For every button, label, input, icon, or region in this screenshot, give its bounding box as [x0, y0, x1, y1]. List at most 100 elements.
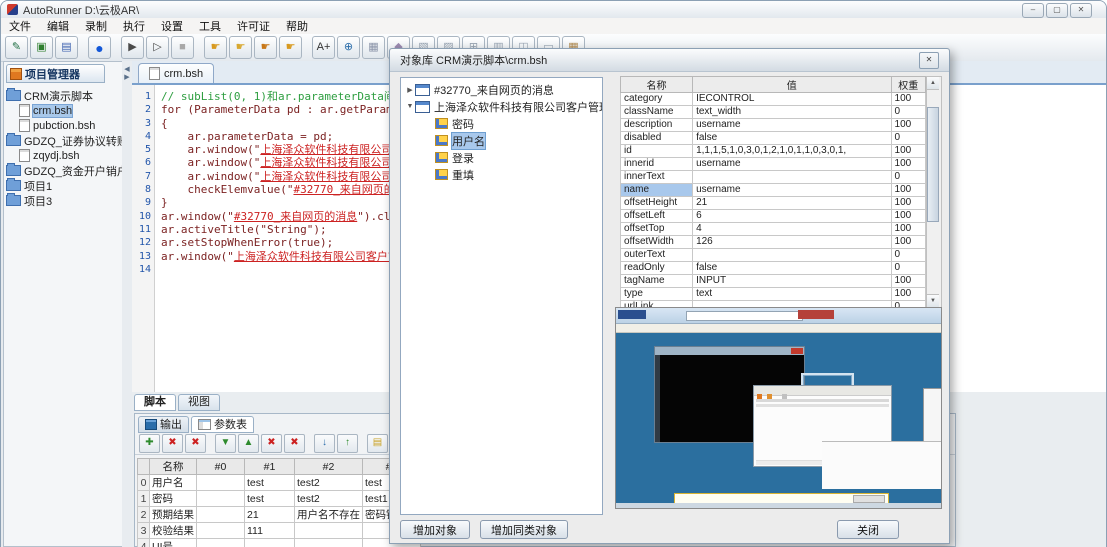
sort-descending-button[interactable]: ↑ [337, 434, 358, 453]
tab-output[interactable]: 输出 [138, 416, 189, 433]
close-button[interactable]: ✕ [1070, 3, 1092, 18]
scroll-up-icon[interactable]: ▲ [927, 77, 939, 90]
object-tree-item[interactable]: 密码 [401, 115, 602, 132]
property-weight-cell[interactable]: 0 [891, 249, 925, 262]
tool-button-4[interactable]: ☛ [279, 36, 302, 59]
property-value-cell[interactable] [693, 249, 891, 262]
table-cell[interactable]: 密码 [150, 491, 197, 507]
property-weight-cell[interactable]: 100 [891, 210, 925, 223]
menu-item-8[interactable]: 帮助 [278, 18, 316, 34]
delete-row-button[interactable]: ✖ [261, 434, 282, 453]
dialog-title-bar[interactable]: 对象库 CRM演示脚本\crm.bsh [390, 49, 949, 72]
menu-item-1[interactable]: 文件 [1, 18, 39, 34]
property-value-cell[interactable] [693, 171, 891, 184]
globe-button[interactable]: ⊕ [337, 36, 360, 59]
property-value-cell[interactable]: 6 [693, 210, 891, 223]
property-weight-cell[interactable]: 100 [891, 275, 925, 288]
add-object-button[interactable]: 增加对象 [400, 520, 470, 539]
property-value-cell[interactable]: username [693, 158, 891, 171]
property-weight-cell[interactable]: 100 [891, 223, 925, 236]
step-run-button[interactable]: ▷ [146, 36, 169, 59]
title-bar[interactable]: AutoRunner D:\云极AR\ – ▢ ✕ [1, 1, 1106, 19]
run-button[interactable]: ▶ [121, 36, 144, 59]
stop-button[interactable]: ■ [171, 36, 194, 59]
dialog-close-icon[interactable]: ✕ [919, 52, 939, 69]
property-weight-cell[interactable]: 100 [891, 158, 925, 171]
tree-file[interactable]: crm.bsh [6, 103, 123, 118]
property-value-cell[interactable]: username [693, 119, 891, 132]
close-dialog-button[interactable]: 关闭 [837, 520, 899, 539]
property-name-cell[interactable]: tagName [621, 275, 693, 288]
tree-folder[interactable]: CRM演示脚本 [6, 88, 123, 103]
property-value-cell[interactable]: 4 [693, 223, 891, 236]
property-weight-cell[interactable]: 100 [891, 184, 925, 197]
menu-item-7[interactable]: 许可证 [229, 18, 278, 34]
property-name-cell[interactable]: offsetLeft [621, 210, 693, 223]
table-cell[interactable]: test2 [295, 491, 363, 507]
tree-folder[interactable]: 项目1 [6, 178, 123, 193]
property-name-cell[interactable]: offsetHeight [621, 197, 693, 210]
table-cell[interactable]: test2 [295, 475, 363, 491]
property-value-cell[interactable]: 1,1,1,5,1,0,3,0,1,2,1,0,1,1,0,3,0,1, [693, 145, 891, 158]
delete-all-rows-button[interactable]: ✖ [284, 434, 305, 453]
table-cell[interactable]: 21 [245, 507, 295, 523]
insert-row-below-button[interactable]: ▼ [215, 434, 236, 453]
property-name-cell[interactable]: readOnly [621, 262, 693, 275]
property-weight-cell[interactable]: 0 [891, 262, 925, 275]
tree-file[interactable]: pubction.bsh [6, 118, 123, 133]
vertical-splitter[interactable]: ◀ ▶ [122, 61, 132, 547]
table-cell[interactable]: 用户名不存在 [295, 507, 363, 523]
property-name-cell[interactable]: outerText [621, 249, 693, 262]
delete-all-parameters-button[interactable]: ✖ [185, 434, 206, 453]
record-button[interactable]: ● [88, 36, 111, 59]
sort-ascending-button[interactable]: ↓ [314, 434, 335, 453]
delete-parameter-button[interactable]: ✖ [162, 434, 183, 453]
property-value-cell[interactable]: IECONTROL [693, 93, 891, 106]
tree-folder[interactable]: 项目3 [6, 193, 123, 208]
scroll-thumb[interactable] [927, 107, 939, 222]
menu-item-2[interactable]: 编辑 [39, 18, 77, 34]
open-script-button[interactable]: ▣ [30, 36, 53, 59]
new-script-button[interactable]: ✎ [5, 36, 28, 59]
property-name-cell[interactable]: offsetWidth [621, 236, 693, 249]
property-name-cell[interactable]: description [621, 119, 693, 132]
maximize-button[interactable]: ▢ [1046, 3, 1068, 18]
minimize-button[interactable]: – [1022, 3, 1044, 18]
property-weight-cell[interactable]: 100 [891, 288, 925, 301]
tree-folder[interactable]: GDZQ_证券协议转账 [6, 133, 123, 148]
tree-file[interactable]: zqydj.bsh [6, 148, 123, 163]
font-size-button[interactable]: A+ [312, 36, 335, 59]
tool-button-5[interactable]: ▦ [362, 36, 385, 59]
property-name-cell[interactable]: innerText [621, 171, 693, 184]
insert-row-above-button[interactable]: ▲ [238, 434, 259, 453]
menu-item-4[interactable]: 执行 [115, 18, 153, 34]
property-value-cell[interactable]: username [693, 184, 891, 197]
property-weight-cell[interactable]: 0 [891, 132, 925, 145]
table-cell[interactable] [197, 475, 245, 491]
splitter-collapse-right-icon[interactable]: ▶ [124, 73, 129, 81]
export-button[interactable]: ▤ [367, 434, 388, 453]
table-cell[interactable]: 用户名 [150, 475, 197, 491]
property-name-cell[interactable]: id [621, 145, 693, 158]
project-panel-header[interactable]: 项目管理器 [6, 64, 105, 83]
menu-item-6[interactable]: 工具 [191, 18, 229, 34]
property-value-cell[interactable]: text [693, 288, 891, 301]
property-weight-cell[interactable]: 100 [891, 119, 925, 132]
tab-script[interactable]: 脚本 [134, 394, 176, 411]
tab-parameter-table[interactable]: 参数表 [191, 416, 254, 433]
add-parameter-button[interactable]: ✚ [139, 434, 160, 453]
scroll-down-icon[interactable]: ▼ [927, 294, 939, 307]
property-name-cell[interactable]: className [621, 106, 693, 119]
object-tree-item[interactable]: 重填 [401, 166, 602, 183]
property-name-cell[interactable]: category [621, 93, 693, 106]
property-weight-cell[interactable]: 0 [891, 106, 925, 119]
property-value-cell[interactable]: false [693, 262, 891, 275]
tool-button-3[interactable]: ☛ [254, 36, 277, 59]
menu-item-3[interactable]: 录制 [77, 18, 115, 34]
table-cell[interactable]: 预期结果 [150, 507, 197, 523]
property-value-cell[interactable]: 126 [693, 236, 891, 249]
object-tree-item[interactable]: ▼上海泽众软件科技有限公司客户管理系统 [401, 98, 602, 115]
property-weight-cell[interactable]: 100 [891, 93, 925, 106]
property-name-cell[interactable]: name [621, 184, 693, 197]
tool-button-1[interactable]: ☛ [204, 36, 227, 59]
